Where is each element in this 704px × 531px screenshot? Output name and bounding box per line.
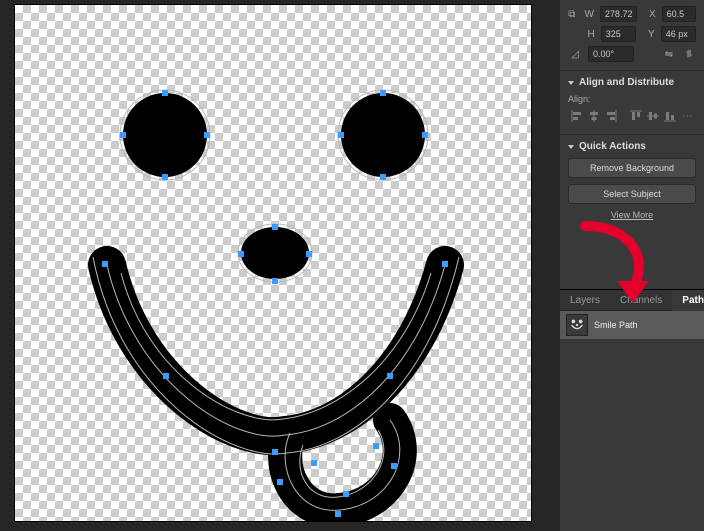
align-vcenter-button[interactable] bbox=[645, 106, 662, 126]
chevron-down-icon bbox=[568, 145, 574, 149]
right-panel: ⧉ W 278.72 px X 60.5 px H 325 px Y 46 px… bbox=[560, 0, 704, 531]
align-section-title: Align and Distribute bbox=[579, 77, 674, 88]
w-label: W bbox=[582, 9, 594, 20]
quick-actions-title: Quick Actions bbox=[579, 141, 646, 152]
link-icon[interactable]: ⧉ bbox=[568, 7, 576, 21]
x-label: X bbox=[643, 9, 655, 20]
remove-background-button[interactable]: Remove Background bbox=[568, 158, 696, 178]
paths-panel: Smile Path bbox=[560, 311, 704, 531]
angle-icon: ◿ bbox=[568, 47, 582, 61]
path-item[interactable]: Smile Path bbox=[560, 311, 704, 339]
h-label: H bbox=[582, 29, 595, 40]
panel-tabs: Layers Channels Paths bbox=[560, 289, 704, 311]
y-input[interactable]: 46 px bbox=[661, 26, 696, 42]
x-input[interactable]: 60.5 px bbox=[662, 6, 696, 22]
path-name-label: Smile Path bbox=[594, 320, 638, 330]
view-more-link[interactable]: View More bbox=[568, 210, 696, 220]
align-sublabel: Align: bbox=[568, 94, 696, 104]
align-buttons: ⋯ bbox=[568, 106, 696, 126]
artwork-smile[interactable] bbox=[15, 5, 531, 521]
canvas[interactable] bbox=[15, 5, 531, 521]
w-input[interactable]: 278.72 px bbox=[600, 6, 638, 22]
h-input[interactable]: 325 px bbox=[601, 26, 636, 42]
align-more-icon[interactable]: ⋯ bbox=[679, 106, 696, 126]
align-section: Align and Distribute Align: ⋯ bbox=[560, 70, 704, 134]
y-label: Y bbox=[642, 29, 655, 40]
quick-actions-header[interactable]: Quick Actions bbox=[568, 141, 696, 152]
flip-vertical-icon[interactable]: ⥮ bbox=[682, 47, 696, 61]
tab-channels[interactable]: Channels bbox=[610, 290, 672, 310]
path-thumbnail bbox=[566, 314, 588, 336]
align-left-button[interactable] bbox=[568, 106, 585, 126]
align-hcenter-button[interactable] bbox=[585, 106, 602, 126]
align-bottom-button[interactable] bbox=[662, 106, 679, 126]
canvas-workspace bbox=[0, 0, 560, 531]
select-subject-button[interactable]: Select Subject bbox=[568, 184, 696, 204]
angle-input[interactable]: 0.00° bbox=[588, 46, 634, 62]
tab-layers[interactable]: Layers bbox=[560, 290, 610, 310]
align-top-button[interactable] bbox=[627, 106, 644, 126]
flip-horizontal-icon[interactable]: ⇋ bbox=[662, 47, 676, 61]
align-right-button[interactable] bbox=[602, 106, 619, 126]
chevron-down-icon bbox=[568, 81, 574, 85]
transform-section: ⧉ W 278.72 px X 60.5 px H 325 px Y 46 px… bbox=[560, 0, 704, 70]
tab-paths[interactable]: Paths bbox=[672, 290, 704, 311]
quick-actions-section: Quick Actions Remove Background Select S… bbox=[560, 134, 704, 228]
align-section-header[interactable]: Align and Distribute bbox=[568, 77, 696, 88]
